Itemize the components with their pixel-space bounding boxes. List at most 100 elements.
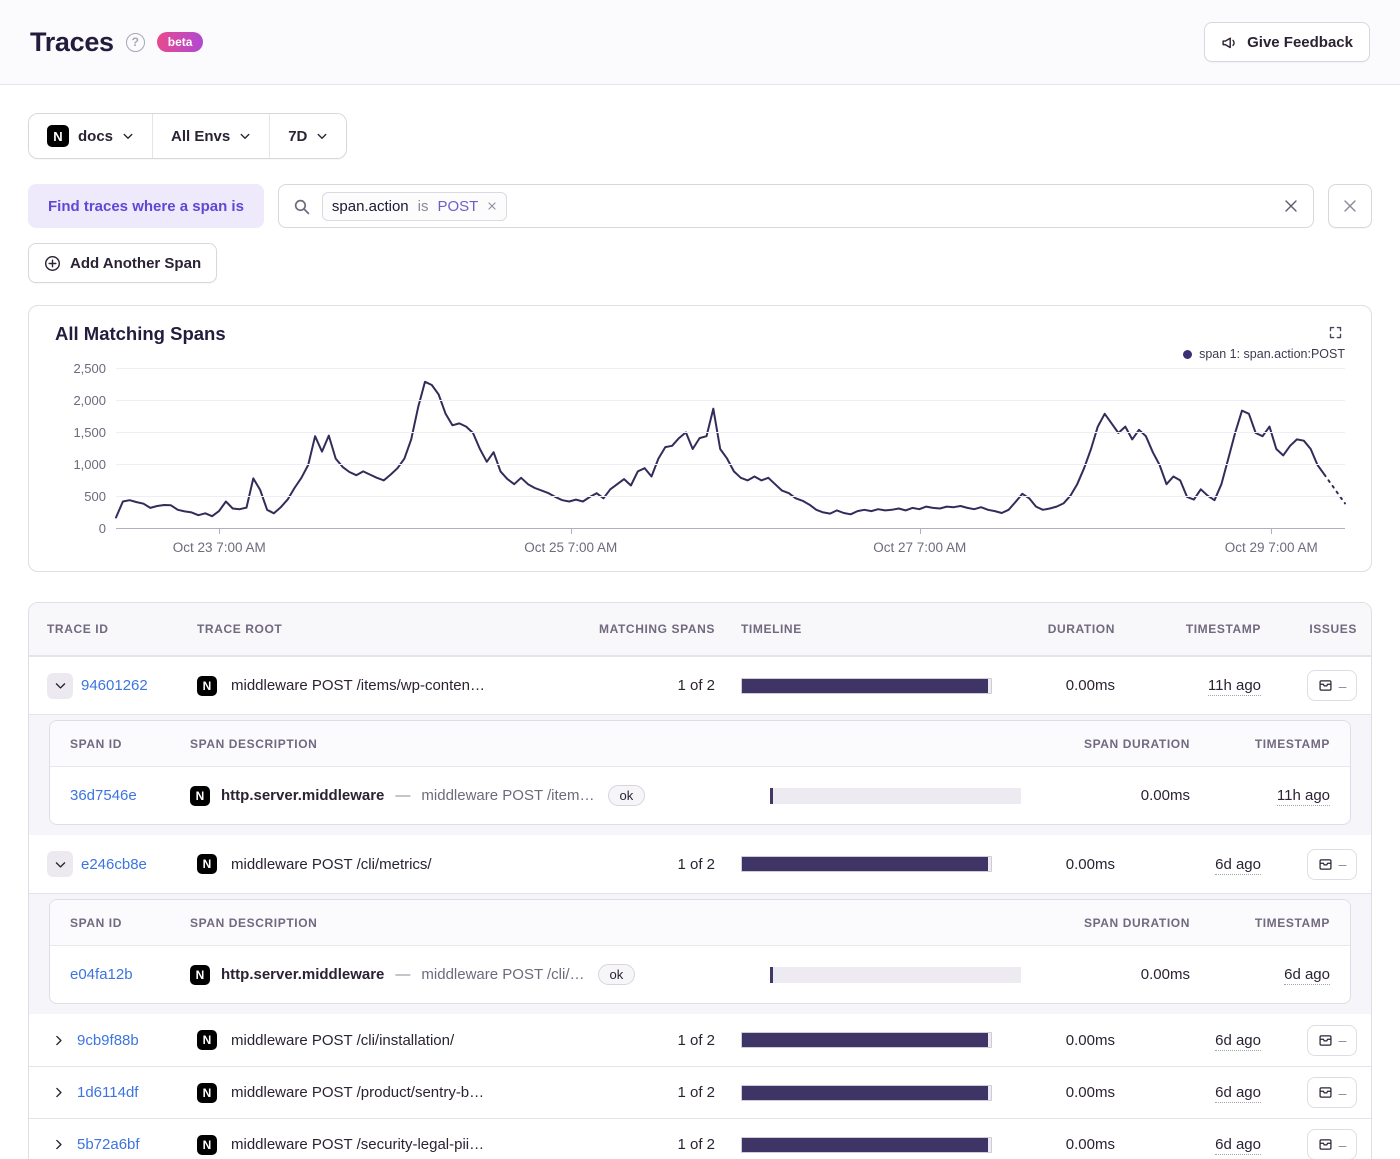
chart-legend[interactable]: span 1: span.action:POST [49, 347, 1345, 361]
inbox-icon [1318, 1085, 1333, 1100]
span-subtable: SPAN ID SPAN DESCRIPTION SPAN DURATION T… [49, 899, 1351, 1004]
trace-id-link[interactable]: e246cb8e [81, 856, 147, 873]
trace-root: middleware POST /cli/metrics/ [231, 855, 432, 873]
col-timeline: TIMELINE [741, 622, 802, 636]
matching-spans-count: 1 of 2 [677, 855, 715, 873]
col-issues: ISSUES [1309, 622, 1357, 636]
trace-timestamp[interactable]: 6d ago [1215, 855, 1261, 875]
span-header-row: SPAN ID SPAN DESCRIPTION SPAN DURATION T… [50, 721, 1350, 767]
page-header: Traces ? beta Give Feedback [0, 0, 1400, 85]
expanded-span-section: SPAN ID SPAN DESCRIPTION SPAN DURATION T… [29, 893, 1371, 1014]
page-filter-bar: N docs All Envs 7D [28, 113, 348, 159]
chart-title: All Matching Spans [55, 323, 226, 344]
project-filter[interactable]: N docs [29, 114, 154, 158]
table-header-row: TRACE ID TRACE ROOT MATCHING SPANS TIMEL… [29, 603, 1371, 656]
filter-token[interactable]: span.action is POST [321, 191, 508, 221]
issues-button[interactable]: – [1307, 670, 1357, 701]
beta-badge: beta [156, 32, 204, 52]
find-traces-label: Find traces where a span is [28, 184, 264, 228]
issues-button[interactable]: – [1307, 1024, 1357, 1056]
remove-span-filter-button[interactable] [1328, 184, 1372, 228]
span-row: e04fa12b N http.server.middleware — midd… [70, 964, 1330, 985]
col-span-timestamp: TIMESTAMP [1254, 915, 1330, 930]
page-title: Traces [30, 26, 114, 57]
span-duration: 0.00ms [1140, 966, 1190, 983]
trace-duration: 0.00ms [1065, 1084, 1115, 1101]
chart-y-axis: 0 500 1,000 1,500 2,000 2,500 [73, 361, 106, 536]
trace-timestamp[interactable]: 6d ago [1215, 1136, 1261, 1155]
environment-filter[interactable]: All Envs [153, 114, 271, 158]
close-icon [1342, 198, 1358, 214]
trace-row: 1d6114df Nmiddleware POST /product/sentr… [29, 1066, 1371, 1118]
line-chart [115, 368, 1346, 534]
matching-spans-chart-card: All Matching Spans span 1: span.action:P… [28, 305, 1372, 572]
trace-row: e246cb8e Nmiddleware POST /cli/metrics/ … [29, 835, 1371, 893]
nextjs-logo-icon: N [190, 785, 210, 806]
span-timeline-bar [770, 787, 1021, 804]
trace-timeline-bar [741, 1136, 992, 1153]
col-timestamp: TIMESTAMP [1185, 622, 1261, 636]
collapse-trace-button[interactable] [47, 851, 73, 877]
chevron-down-icon [239, 130, 251, 142]
expanded-span-section: SPAN ID SPAN DESCRIPTION SPAN DURATION T… [29, 714, 1371, 835]
chevron-down-icon [122, 130, 134, 142]
megaphone-icon [1221, 34, 1238, 51]
span-search-input[interactable]: span.action is POST [277, 184, 1314, 228]
trace-root: middleware POST /security-legal-pii… [231, 1136, 485, 1153]
trace-root: middleware POST /cli/installation/ [231, 1031, 455, 1049]
matching-spans-count: 1 of 2 [677, 1136, 715, 1153]
trace-id-link[interactable]: 9cb9f88b [77, 1032, 139, 1049]
help-icon[interactable]: ? [125, 32, 145, 52]
trace-duration: 0.00ms [1065, 1031, 1115, 1049]
inbox-icon [1318, 857, 1333, 872]
clear-search-icon[interactable] [1283, 198, 1299, 214]
col-span-timestamp: TIMESTAMP [1254, 736, 1330, 751]
trace-id-link[interactable]: 5b72a6bf [77, 1136, 140, 1153]
trace-timestamp[interactable]: 11h ago [1207, 677, 1261, 696]
remove-token-icon[interactable] [487, 201, 497, 211]
span-id-link[interactable]: 36d7546e [70, 787, 190, 804]
nextjs-logo-icon: N [197, 1030, 217, 1050]
trace-timestamp[interactable]: 6d ago [1215, 1084, 1261, 1103]
trace-root: middleware POST /items/wp-conten… [231, 677, 485, 694]
col-span-duration: SPAN DURATION [1083, 736, 1190, 751]
col-span-id: SPAN ID [70, 915, 122, 930]
nextjs-logo-icon: N [197, 1082, 217, 1103]
col-duration: DURATION [1047, 622, 1115, 636]
traces-table: TRACE ID TRACE ROOT MATCHING SPANS TIMEL… [28, 602, 1372, 1159]
span-status-badge: ok [607, 785, 646, 806]
trace-id-link[interactable]: 1d6114df [77, 1084, 138, 1101]
issues-button[interactable]: – [1307, 848, 1357, 880]
matching-spans-count: 1 of 2 [677, 677, 715, 694]
chevron-down-icon [316, 130, 328, 142]
span-id-link[interactable]: e04fa12b [70, 966, 190, 983]
chart-x-axis: Oct 23 7:00 AM Oct 25 7:00 AM Oct 27 7:00 … [172, 540, 1318, 555]
trace-timeline-bar [741, 856, 992, 872]
trace-timestamp[interactable]: 6d ago [1215, 1031, 1261, 1051]
token-key: span.action [331, 197, 409, 215]
span-operation: http.server.middleware [221, 787, 385, 804]
col-span-id: SPAN ID [70, 736, 122, 751]
nextjs-logo-icon: N [197, 1134, 217, 1155]
matching-spans-count: 1 of 2 [677, 1031, 715, 1049]
expand-trace-button[interactable] [47, 1132, 69, 1158]
give-feedback-button[interactable]: Give Feedback [1204, 22, 1370, 62]
span-timestamp[interactable]: 11h ago [1276, 787, 1330, 806]
trace-id-link[interactable]: 94601262 [81, 677, 148, 694]
fullscreen-icon[interactable] [1326, 323, 1345, 342]
trace-row: 9cb9f88b Nmiddleware POST /cli/installat… [29, 1014, 1371, 1066]
token-value: POST [437, 197, 479, 215]
span-operation: http.server.middleware [221, 966, 385, 983]
span-timestamp[interactable]: 6d ago [1284, 966, 1330, 985]
trace-timeline-bar [741, 1084, 992, 1101]
date-range-filter[interactable]: 7D [270, 114, 347, 158]
legend-label: span 1: span.action:POST [1199, 347, 1345, 361]
legend-dot-icon [1183, 349, 1193, 359]
expand-trace-button[interactable] [47, 1080, 69, 1106]
span-description: middleware POST /cli/… [421, 966, 585, 983]
collapse-trace-button[interactable] [47, 672, 73, 699]
expand-trace-button[interactable] [47, 1027, 69, 1053]
add-another-span-button[interactable]: Add Another Span [28, 243, 218, 283]
issues-button[interactable]: – [1307, 1129, 1357, 1159]
issues-button[interactable]: – [1307, 1077, 1357, 1108]
